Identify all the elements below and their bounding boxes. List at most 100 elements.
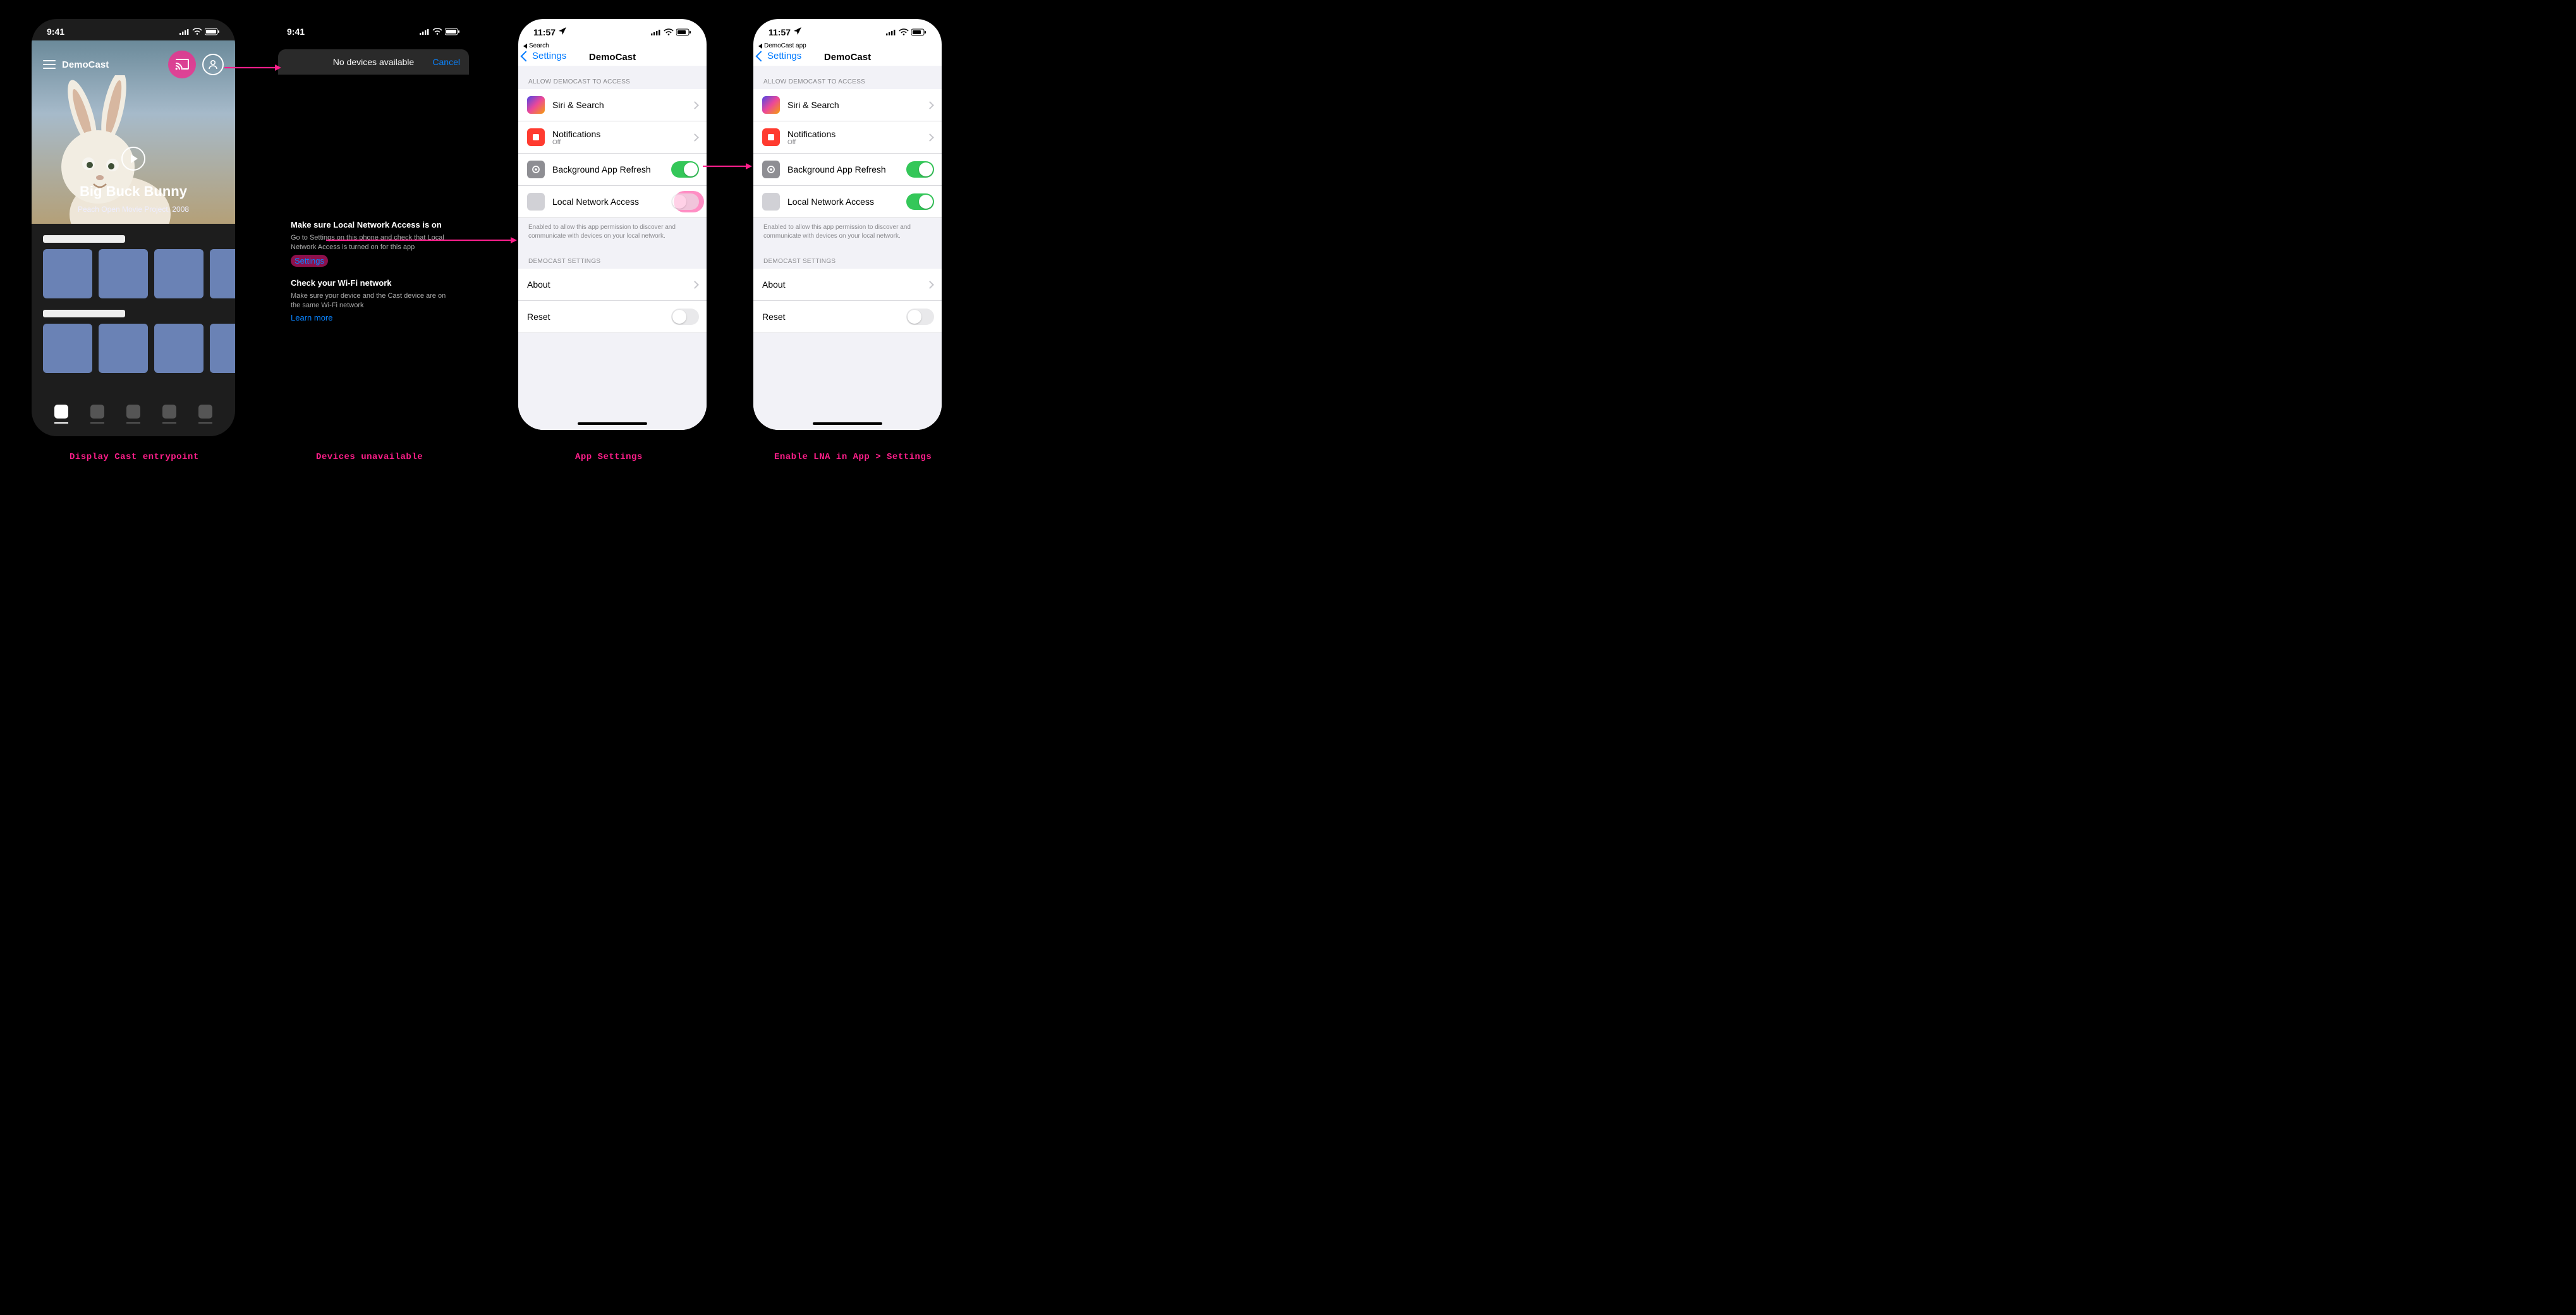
tab-item[interactable]: [54, 405, 68, 424]
status-time: 11:57: [533, 27, 556, 37]
row-reset[interactable]: Reset: [518, 301, 707, 333]
play-button[interactable]: [121, 147, 145, 171]
arrow-cast-to-nodevices: [224, 63, 281, 76]
battery-icon: [445, 28, 460, 35]
chevron-left-icon: [756, 51, 767, 61]
breadcrumb-back[interactable]: Search: [518, 41, 707, 51]
cast-button-highlight[interactable]: [168, 51, 196, 78]
toggle-local-network-access[interactable]: [906, 193, 934, 210]
caption-2: Devices unavailable: [316, 452, 423, 462]
row-label: About: [527, 279, 550, 290]
tab-item[interactable]: [198, 405, 212, 424]
row-notifications[interactable]: Notifications Off: [753, 121, 942, 154]
location-icon: [558, 27, 567, 35]
battery-icon: [205, 28, 220, 35]
profile-button[interactable]: [202, 54, 224, 75]
row-sublabel: Off: [787, 139, 835, 146]
content-card[interactable]: [154, 249, 204, 298]
phone-screen-settings-on: 11:57 DemoCast app Settings DemoCast ALL…: [753, 19, 942, 430]
back-caret-icon: [758, 44, 762, 49]
tab-item[interactable]: [126, 405, 140, 424]
gear-icon: [762, 161, 780, 178]
back-caret-icon: [523, 44, 527, 49]
chevron-right-icon: [926, 133, 934, 142]
row-siri-search[interactable]: Siri & Search: [753, 89, 942, 121]
card-strip[interactable]: [32, 324, 235, 373]
row-label: Siri & Search: [552, 100, 604, 110]
card-strip[interactable]: [32, 249, 235, 298]
settings-link-highlight[interactable]: Settings: [291, 255, 328, 267]
lna-app-icon: [762, 193, 780, 211]
status-bar: 11:57: [753, 19, 942, 41]
row-label: Background App Refresh: [552, 164, 651, 174]
chevron-right-icon: [926, 281, 934, 289]
toggle-local-network-access[interactable]: [671, 193, 699, 210]
row-about[interactable]: About: [518, 269, 707, 301]
cellular-signal-icon: [651, 29, 661, 35]
row-label: Notifications: [552, 129, 600, 139]
row-label: About: [762, 279, 786, 290]
toggle-background-refresh[interactable]: [671, 161, 699, 178]
bunny-illustration: [38, 75, 171, 224]
content-card[interactable]: [154, 324, 204, 373]
toggle-reset[interactable]: [906, 309, 934, 325]
settings-body: ALLOW DEMOCAST TO ACCESS Siri & Search N…: [753, 66, 942, 430]
row-label: Siri & Search: [787, 100, 839, 110]
location-icon: [793, 27, 802, 35]
cancel-button[interactable]: Cancel: [432, 57, 460, 67]
settings-back-label: Settings: [532, 51, 566, 61]
row-local-network-access[interactable]: Local Network Access: [518, 186, 707, 218]
row-local-network-access[interactable]: Local Network Access: [753, 186, 942, 218]
chevron-right-icon: [691, 281, 699, 289]
hero-title: Big Buck Bunny: [32, 183, 235, 200]
settings-body: ALLOW DEMOCAST TO ACCESS Siri & Search N…: [518, 66, 707, 430]
status-time: 11:57: [769, 27, 791, 37]
settings-back-button[interactable]: Settings: [522, 51, 566, 61]
toggle-background-refresh[interactable]: [906, 161, 934, 178]
breadcrumb-label: DemoCast app: [764, 42, 806, 49]
content-card[interactable]: [99, 249, 148, 298]
cast-icon: [175, 59, 189, 70]
row-notifications[interactable]: Notifications Off: [518, 121, 707, 154]
wifi-icon: [899, 28, 909, 36]
content-row-2: [32, 310, 235, 373]
content-card[interactable]: [210, 249, 235, 298]
tab-item[interactable]: [162, 405, 176, 424]
row-siri-search[interactable]: Siri & Search: [518, 89, 707, 121]
breadcrumb-back[interactable]: DemoCast app: [753, 41, 942, 51]
group-header-app-settings: DEMOCAST SETTINGS: [753, 245, 942, 269]
content-card[interactable]: [210, 324, 235, 373]
hamburger-menu-icon[interactable]: [43, 60, 56, 69]
wifi-icon: [664, 28, 674, 36]
learn-more-link[interactable]: Learn more: [291, 313, 332, 322]
status-bar: 9:41: [272, 19, 475, 40]
cellular-signal-icon: [179, 28, 190, 35]
notifications-icon: [527, 128, 545, 146]
row-sublabel: Off: [552, 139, 600, 146]
wifi-icon: [432, 28, 442, 35]
lna-footer-note: Enabled to allow this app permission to …: [518, 218, 707, 245]
row-about[interactable]: About: [753, 269, 942, 301]
wifi-icon: [192, 28, 202, 35]
row-background-refresh[interactable]: Background App Refresh: [753, 154, 942, 186]
person-icon: [208, 59, 218, 70]
tab-item[interactable]: [90, 405, 104, 424]
caption-3: App Settings: [575, 452, 643, 462]
row-label: Background App Refresh: [787, 164, 886, 174]
phone-screen-no-devices: 9:41 No devices available Cancel Make su…: [272, 19, 475, 436]
toggle-reset[interactable]: [671, 309, 699, 325]
content-row-1: [32, 235, 235, 298]
lna-footer-note: Enabled to allow this app permission to …: [753, 218, 942, 245]
arrow-settings-link-to-settings: [326, 236, 517, 247]
breadcrumb-label: Search: [529, 42, 549, 49]
content-card[interactable]: [43, 249, 92, 298]
status-time: 9:41: [287, 27, 305, 37]
row-background-refresh[interactable]: Background App Refresh: [518, 154, 707, 186]
row-reset[interactable]: Reset: [753, 301, 942, 333]
settings-back-button[interactable]: Settings: [757, 51, 801, 61]
row-header-placeholder: [43, 235, 125, 243]
content-card[interactable]: [43, 324, 92, 373]
content-card[interactable]: [99, 324, 148, 373]
status-bar: 9:41: [32, 19, 235, 40]
battery-icon: [676, 28, 691, 36]
